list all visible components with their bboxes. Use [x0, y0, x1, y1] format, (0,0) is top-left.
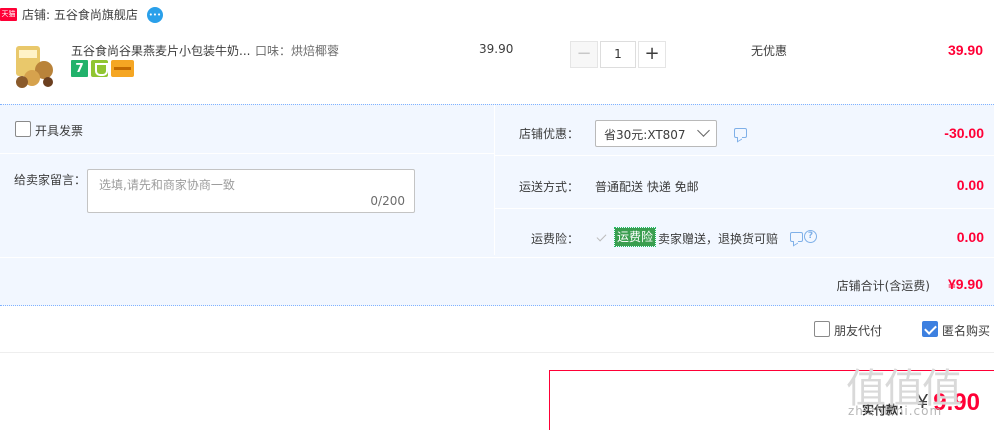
divider: [0, 153, 494, 154]
item-subtotal: 39.90: [947, 42, 983, 58]
payment-options: 朋友代付 匿名购买: [0, 307, 994, 353]
product-sku: 口味：烘焙椰蓉: [255, 44, 340, 58]
seller-message-input[interactable]: 选填,请先和商家协商一致 0/200: [87, 169, 415, 213]
seven-day-return-icon[interactable]: 7: [71, 60, 88, 77]
friend-pay-checkbox[interactable]: [814, 321, 830, 337]
shop-name-link[interactable]: 店铺: 五谷食尚旗舰店: [22, 7, 138, 23]
shipping-row: 运送方式： 普通配送 快递 免邮 0.00: [495, 155, 994, 205]
seller-message-label: 给卖家留言：: [14, 173, 87, 187]
store-total-label: 店铺合计(含运费): [836, 279, 930, 293]
seller-message-counter: 0/200: [370, 194, 405, 208]
insurance-description: 卖家赠送，退换货可赔: [658, 232, 779, 246]
insurance-row: 运费险： 运费险 卖家赠送，退换货可赔 ? 0.00: [495, 208, 994, 258]
shipping-label: 运送方式：: [518, 180, 579, 194]
fee-details: 店铺优惠： 省30元:XT807 -30.00 运送方式： 普通配送 快递 免邮…: [494, 105, 994, 255]
invoice-checkbox[interactable]: [15, 121, 31, 137]
unit-price: 39.90: [479, 42, 514, 56]
friend-pay-label: 朋友代付: [834, 324, 883, 338]
store-total-value: ¥9.90: [947, 276, 983, 292]
payment-summary: 实付款： ¥ 9.90: [549, 370, 994, 430]
anonymous-checkbox[interactable]: [922, 321, 938, 337]
payment-amount: 9.90: [933, 389, 980, 416]
wangwang-chat-icon[interactable]: •••: [147, 7, 163, 23]
store-coupon-value: -30.00: [944, 125, 984, 141]
comment-icon[interactable]: [790, 232, 803, 242]
shipping-method: 普通配送 快递 免邮: [595, 180, 699, 194]
item-discount: 无优惠: [751, 44, 788, 58]
quantity-input[interactable]: 1: [600, 41, 636, 68]
quantity-decrease-button[interactable]: −: [570, 41, 598, 68]
order-detail-panel: 开具发票 给卖家留言： 选填,请先和商家协商一致 0/200 店铺优惠： 省30…: [0, 104, 994, 306]
store-coupon-row: 店铺优惠： 省30元:XT807 -30.00: [495, 105, 994, 155]
anonymous-label: 匿名购买: [942, 324, 991, 338]
tmall-badge: 天猫: [0, 8, 17, 21]
insurance-value: 0.00: [956, 229, 984, 245]
payment-currency: ¥: [916, 391, 928, 413]
store-coupon-select[interactable]: 省30元:XT807: [595, 120, 717, 147]
invoice-label: 开具发票: [35, 124, 84, 138]
store-coupon-selected: 省30元:XT807: [604, 128, 686, 142]
insurance-checkbox[interactable]: [595, 231, 609, 245]
store-total-row: 店铺合计(含运费) ¥9.90: [0, 257, 994, 305]
store-coupon-label: 店铺优惠：: [518, 127, 579, 141]
seller-message-placeholder: 选填,请先和商家协商一致: [99, 178, 235, 192]
shipping-value: 0.00: [956, 177, 984, 193]
payment-label: 实付款：: [861, 403, 910, 417]
guarantee-shield-icon[interactable]: [91, 60, 108, 77]
quantity-increase-button[interactable]: +: [638, 41, 666, 68]
insurance-label: 运费险：: [530, 232, 579, 246]
credit-card-icon[interactable]: [111, 60, 134, 77]
product-thumbnail[interactable]: [10, 42, 58, 90]
comment-icon[interactable]: [734, 128, 747, 138]
shop-header: 天猫 店铺: 五谷食尚旗舰店 •••: [0, 0, 994, 34]
product-title-link[interactable]: 五谷食尚谷果燕麦片小包装牛奶...: [71, 42, 250, 59]
help-icon[interactable]: ?: [804, 230, 817, 243]
order-item-row: 五谷食尚谷果燕麦片小包装牛奶... 口味：烘焙椰蓉 7 39.90 − 1 + …: [0, 34, 994, 102]
insurance-tag: 运费险: [613, 227, 657, 247]
quantity-stepper: − 1 +: [570, 41, 666, 68]
chevron-down-icon: [697, 124, 710, 137]
